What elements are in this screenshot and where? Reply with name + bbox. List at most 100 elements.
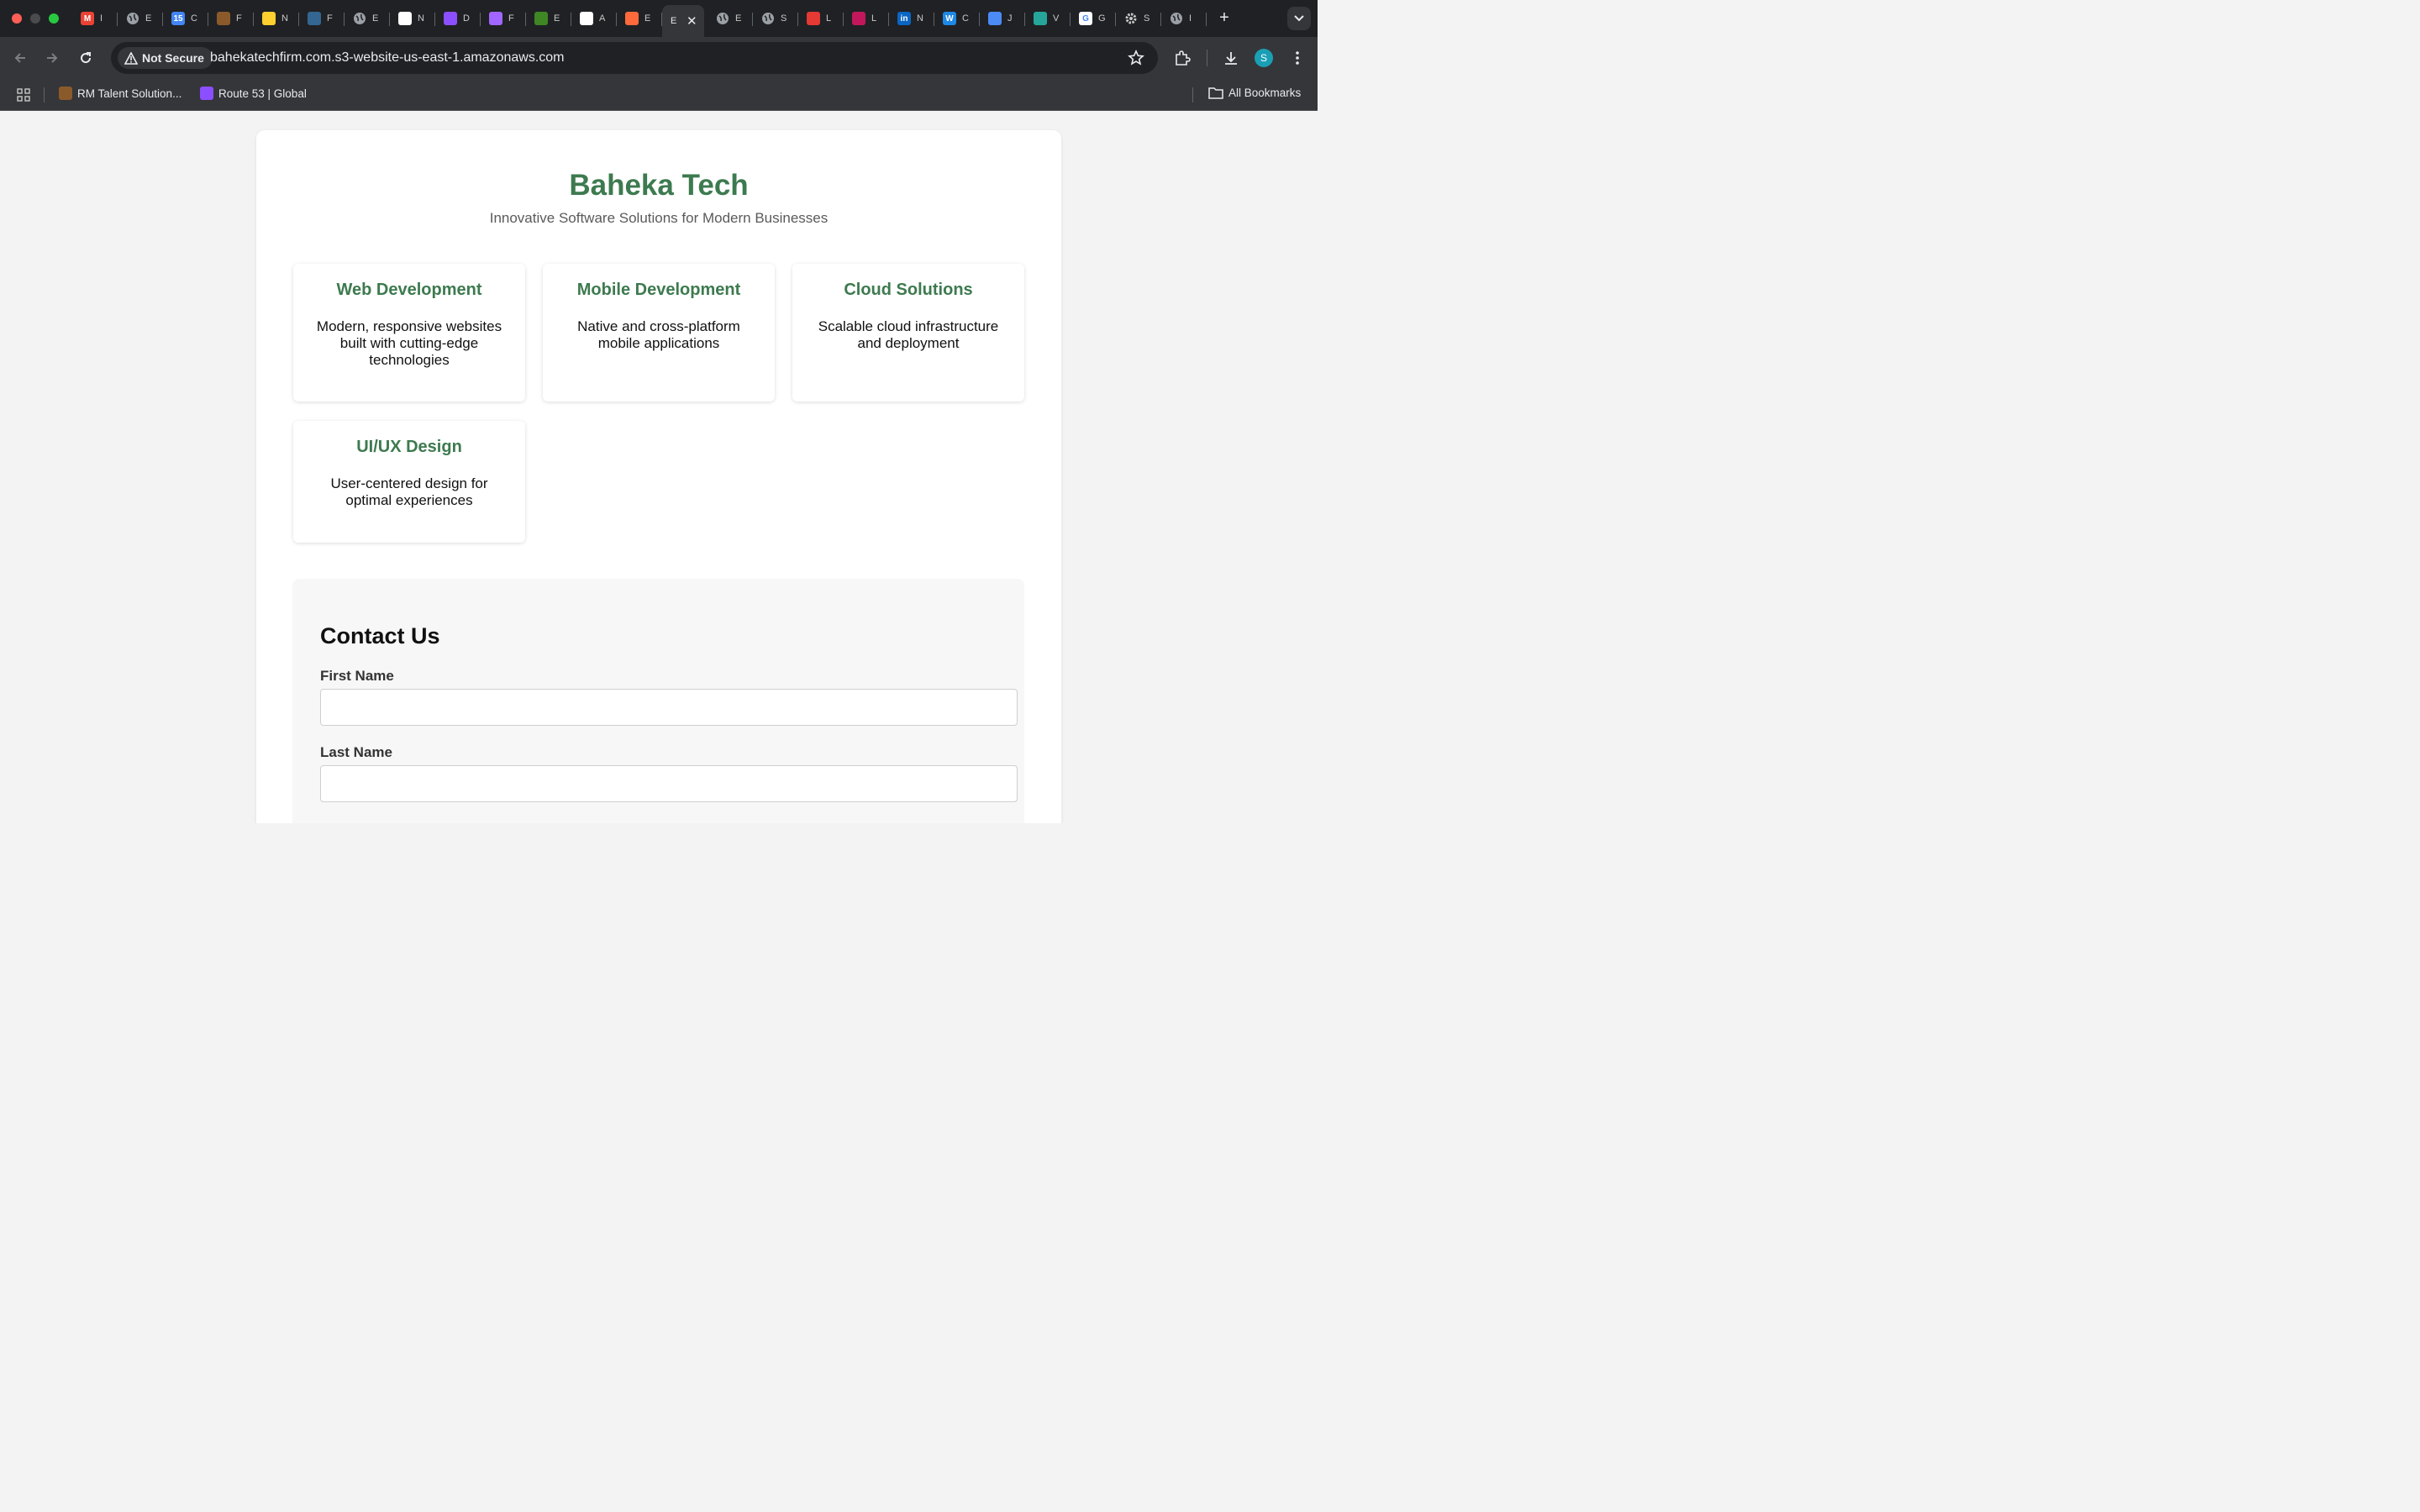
browser-tab[interactable]: N (254, 5, 299, 32)
globe-icon (126, 12, 139, 25)
url-text[interactable]: bahekatechfirm.com.s3-website-us-east-1.… (210, 50, 565, 66)
route53-icon (444, 12, 457, 25)
tab-strip: M I E 15 C F N F E N D F E A E E ✕ E S L Lin N W C J V G G S I + (0, 0, 1318, 37)
tab-title: S (781, 13, 787, 24)
browser-tab[interactable]: I (1161, 5, 1207, 32)
bookmark-rm-talent[interactable]: RM Talent Solution... (59, 87, 182, 100)
security-chip[interactable]: Not Secure (118, 47, 213, 69)
bookmark-star-button[interactable] (1128, 50, 1144, 71)
tab-title: N (418, 13, 424, 24)
service-title: Web Development (336, 281, 482, 299)
service-title: UI/UX Design (356, 438, 462, 456)
tab-title: S (1144, 13, 1150, 24)
tab-title: F (508, 13, 514, 24)
globe-icon (761, 12, 775, 25)
orange-app-icon (625, 12, 639, 25)
globe-icon (716, 12, 729, 25)
extensions-button[interactable] (1172, 48, 1192, 68)
browser-tab[interactable]: L (798, 5, 844, 32)
tab-title: C (191, 13, 197, 24)
browser-tab[interactable]: F (208, 5, 254, 32)
forward-arrow-icon (47, 53, 58, 63)
aws-green-icon (534, 12, 548, 25)
last-name-field[interactable] (320, 765, 1018, 802)
window-minimize-button[interactable] (30, 13, 40, 24)
tab-title: I (1189, 13, 1192, 24)
new-tab-button[interactable]: + (1215, 9, 1234, 26)
bookmark-label: RM Talent Solution... (77, 87, 182, 100)
forward-button[interactable] (42, 48, 62, 68)
tab-title: C (962, 13, 969, 24)
browser-tab[interactable]: E (118, 5, 163, 32)
tab-title: L (826, 13, 832, 24)
postgres-icon (308, 12, 321, 25)
browser-tab[interactable]: D (435, 5, 481, 32)
red-app-icon (807, 12, 820, 25)
back-button[interactable] (10, 48, 30, 68)
tab-title: L (871, 13, 877, 24)
browser-tab[interactable]: GG (1071, 5, 1116, 32)
first-name-field[interactable] (320, 689, 1018, 726)
browser-tab[interactable]: V (1025, 5, 1071, 32)
all-bookmarks-button[interactable]: All Bookmarks (1208, 87, 1301, 99)
page-viewport: Baheka Tech Innovative Software Solution… (0, 112, 1318, 823)
link-icon (398, 12, 412, 25)
service-description: Scalable cloud infrastructure and deploy… (818, 318, 999, 351)
service-card-uiux: UI/UX Design User-centered design for op… (293, 421, 525, 543)
close-tab-icon[interactable]: ✕ (687, 15, 697, 28)
browser-tab[interactable]: E (617, 5, 662, 32)
service-card-cloud: Cloud Solutions Scalable cloud infrastru… (792, 264, 1024, 402)
tab-title: E (644, 13, 651, 24)
service-description: Native and cross-platform mobile applica… (577, 318, 740, 351)
browser-tab[interactable]: MI (72, 5, 118, 32)
eye-icon (852, 12, 865, 25)
tab-active[interactable]: E ✕ (662, 5, 704, 37)
tab-title: F (236, 13, 242, 24)
browser-tab[interactable]: in N (889, 5, 934, 32)
gear-icon (1124, 12, 1138, 25)
browser-tab[interactable]: L (844, 5, 889, 32)
contact-heading: Contact Us (320, 623, 440, 648)
service-card-mobile: Mobile Development Native and cross-plat… (543, 264, 775, 402)
star-icon (1128, 50, 1144, 66)
browser-tab[interactable]: F (299, 5, 345, 32)
bookmarks-divider (44, 87, 45, 102)
browser-tab[interactable]: A (571, 5, 617, 32)
browser-tab[interactable]: S (1116, 5, 1161, 32)
openai-icon (580, 12, 593, 25)
bookmark-route53[interactable]: Route 53 | Global (200, 87, 307, 100)
bookmark-label: Route 53 | Global (218, 87, 307, 100)
browser-tab[interactable]: WC (934, 5, 980, 32)
bookmarks-divider (1192, 87, 1193, 102)
browser-tab[interactable]: J (980, 5, 1025, 32)
download-icon (1225, 52, 1237, 65)
browser-tab[interactable]: 15 C (163, 5, 208, 32)
tab-title: V (1053, 13, 1060, 24)
service-title: Cloud Solutions (844, 281, 973, 299)
tab-title: F (327, 13, 333, 24)
tab-title: D (463, 13, 470, 24)
google-icon: G (1079, 12, 1092, 25)
apps-button[interactable] (17, 88, 30, 106)
route53-favicon-icon (200, 87, 213, 100)
globe-icon (1170, 12, 1183, 25)
window-close-button[interactable] (12, 13, 22, 24)
miro-icon (262, 12, 276, 25)
browser-tab[interactable]: S (753, 5, 798, 32)
browser-tab[interactable]: E (708, 5, 753, 32)
browser-tab[interactable]: F (481, 5, 526, 32)
browser-menu-button[interactable] (1287, 48, 1307, 68)
globe-icon (353, 12, 366, 25)
browser-tab[interactable]: E (345, 5, 390, 32)
address-bar[interactable]: Not Secure bahekatechfirm.com.s3-website… (111, 42, 1158, 74)
browser-tab[interactable]: E (526, 5, 571, 32)
tab-search-button[interactable] (1287, 7, 1311, 30)
service-description: User-centered design for optimal experie… (330, 475, 488, 508)
profile-avatar[interactable]: S (1255, 49, 1273, 67)
reload-button[interactable] (76, 48, 96, 68)
downloads-button[interactable] (1221, 48, 1241, 68)
back-arrow-icon (14, 53, 25, 63)
window-zoom-button[interactable] (49, 13, 59, 24)
service-card-web: Web Development Modern, responsive websi… (293, 264, 525, 402)
browser-tab[interactable]: N (390, 5, 435, 32)
